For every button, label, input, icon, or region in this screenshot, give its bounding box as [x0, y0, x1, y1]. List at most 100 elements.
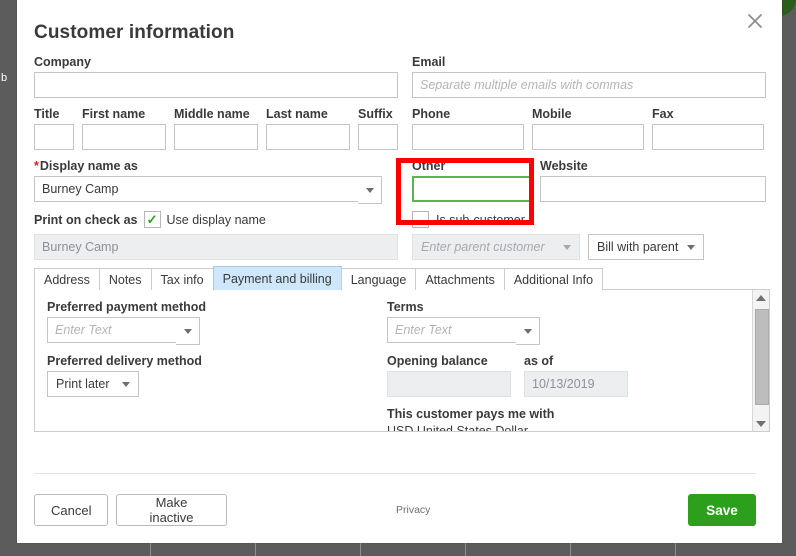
- terms-label: Terms: [387, 300, 727, 314]
- cancel-button[interactable]: Cancel: [34, 494, 108, 526]
- company-input[interactable]: [34, 72, 398, 98]
- display-name-field-group: *Display name as: [34, 159, 402, 202]
- parent-customer-select[interactable]: Enter parent customer: [412, 234, 580, 260]
- backdrop-left-overlay: b: [0, 0, 17, 556]
- backdrop-grid-line: [360, 543, 361, 556]
- other-field-group: Other: [412, 159, 532, 202]
- use-display-name-checkbox[interactable]: ✓: [144, 211, 161, 228]
- check-icon: ✓: [147, 213, 158, 226]
- parent-customer-placeholder: Enter parent customer: [421, 240, 545, 254]
- fax-label: Fax: [652, 107, 764, 121]
- save-button[interactable]: Save: [688, 494, 756, 526]
- preferred-delivery-method-group: Preferred delivery method Print later: [47, 354, 387, 397]
- website-input[interactable]: [540, 176, 766, 202]
- opening-balance-label: Opening balance: [387, 354, 511, 368]
- preferred-payment-method-dropdown-button[interactable]: [176, 317, 200, 345]
- first-name-input[interactable]: [82, 124, 166, 150]
- tab-tax-info[interactable]: Tax info: [151, 268, 214, 290]
- as-of-group: as of: [524, 354, 628, 397]
- close-icon[interactable]: [742, 8, 768, 34]
- bill-with-parent-select[interactable]: Bill with parent: [588, 234, 704, 260]
- preferred-payment-method-input[interactable]: [47, 317, 177, 343]
- display-name-dropdown-button[interactable]: [358, 176, 382, 204]
- mobile-input[interactable]: [532, 124, 644, 150]
- backdrop-grid-line: [570, 543, 571, 556]
- opening-balance-input[interactable]: [387, 371, 511, 397]
- opening-balance-row: Opening balance as of: [387, 354, 727, 397]
- middle-name-input[interactable]: [174, 124, 258, 150]
- other-website-group: Other Website: [412, 159, 770, 202]
- tab-notes[interactable]: Notes: [99, 268, 152, 290]
- chevron-down-icon: [524, 329, 532, 334]
- last-name-input[interactable]: [266, 124, 350, 150]
- make-inactive-button[interactable]: Make inactive: [116, 494, 227, 526]
- parent-customer-row: Enter parent customer Bill with parent: [412, 234, 770, 260]
- tab-address[interactable]: Address: [34, 268, 100, 290]
- phone-label: Phone: [412, 107, 524, 121]
- display-name-input[interactable]: [34, 176, 382, 202]
- scrollbar-thumb[interactable]: [755, 309, 769, 405]
- terms-dropdown-button[interactable]: [516, 317, 540, 345]
- footer-divider: [34, 473, 756, 474]
- mobile-label: Mobile: [532, 107, 644, 121]
- chevron-down-icon: [687, 245, 695, 250]
- backdrop-grid-line: [675, 543, 676, 556]
- print-on-check-input[interactable]: [34, 234, 398, 260]
- last-name-label: Last name: [266, 107, 350, 121]
- tab-strip: Address Notes Tax info Payment and billi…: [34, 268, 770, 290]
- title-input[interactable]: [34, 124, 74, 150]
- phone-fields-group: Phone Mobile Fax: [412, 107, 770, 150]
- panel-scrollbar[interactable]: [752, 290, 769, 431]
- print-on-check-label: Print on check as: [34, 213, 138, 227]
- backdrop-grid-line: [255, 543, 256, 556]
- scroll-up-icon[interactable]: [753, 290, 769, 305]
- bill-with-parent-value: Bill with parent: [597, 240, 678, 254]
- privacy-link[interactable]: Privacy: [396, 504, 430, 516]
- backdrop-side-label: b: [1, 72, 7, 84]
- chevron-down-icon: [563, 245, 571, 250]
- email-input[interactable]: [412, 72, 766, 98]
- tab-language[interactable]: Language: [341, 268, 417, 290]
- pays-me-with-value: USD United States Dollar: [387, 424, 727, 432]
- backdrop-right-overlay: [782, 0, 796, 556]
- sub-customer-row: Is sub-customer: [412, 211, 770, 228]
- opening-balance-group: Opening balance: [387, 354, 511, 397]
- preferred-payment-method-group: Preferred payment method: [47, 300, 387, 343]
- company-label: Company: [34, 55, 402, 69]
- phone-input[interactable]: [412, 124, 524, 150]
- panel-left-column: Preferred payment method Preferred deliv…: [47, 300, 387, 432]
- preferred-delivery-method-select[interactable]: Print later: [47, 371, 139, 397]
- name-fields-group: Title First name Middle name Last name: [34, 107, 402, 150]
- fax-input[interactable]: [652, 124, 764, 150]
- customer-information-dialog: Customer information Company Title First…: [17, 0, 782, 543]
- terms-input[interactable]: [387, 317, 517, 343]
- tab-payment-and-billing[interactable]: Payment and billing: [213, 266, 342, 290]
- dialog-footer: Cancel Make inactive Privacy Save: [34, 494, 770, 528]
- preferred-payment-method-label: Preferred payment method: [47, 300, 387, 314]
- chevron-down-icon: [366, 188, 374, 193]
- email-label: Email: [412, 55, 770, 69]
- tab-attachments[interactable]: Attachments: [415, 268, 504, 290]
- pays-me-with-label: This customer pays me with: [387, 407, 727, 421]
- print-on-check-row: Print on check as ✓ Use display name: [34, 211, 402, 228]
- as-of-date-input[interactable]: [524, 371, 628, 397]
- first-name-label: First name: [82, 107, 166, 121]
- as-of-label: as of: [524, 354, 628, 368]
- payment-and-billing-panel: Preferred payment method Preferred deliv…: [34, 289, 770, 432]
- scroll-down-icon[interactable]: [753, 416, 769, 431]
- preferred-delivery-method-label: Preferred delivery method: [47, 354, 387, 368]
- customer-form: Company Title First name Middle name: [34, 55, 770, 260]
- other-input[interactable]: [412, 176, 532, 202]
- preferred-delivery-method-value: Print later: [56, 377, 110, 391]
- tab-additional-info[interactable]: Additional Info: [504, 268, 603, 290]
- suffix-input[interactable]: [358, 124, 398, 150]
- use-display-name-label: Use display name: [167, 213, 266, 227]
- chevron-down-icon: [184, 329, 192, 334]
- terms-group: Terms: [387, 300, 727, 343]
- display-name-label-text: Display name as: [40, 159, 138, 173]
- form-left-column: Company Title First name Middle name: [34, 55, 402, 260]
- company-field-group: Company: [34, 55, 402, 98]
- other-label: Other: [412, 159, 532, 173]
- is-sub-customer-checkbox[interactable]: [412, 211, 429, 228]
- website-label: Website: [540, 159, 766, 173]
